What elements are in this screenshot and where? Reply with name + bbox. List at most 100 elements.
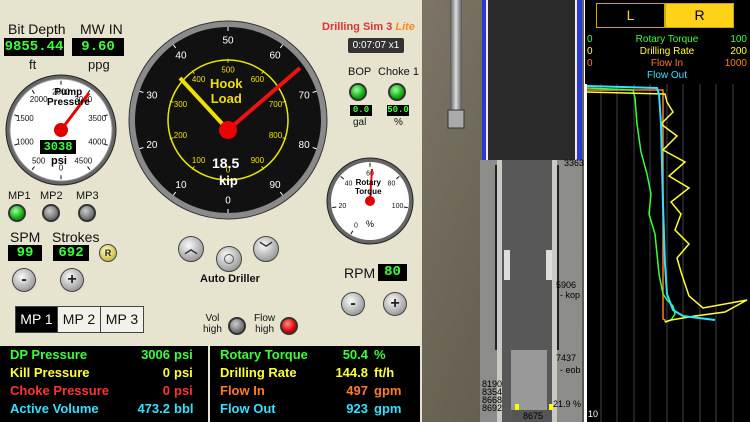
hook-up-button[interactable]: ︿ (178, 236, 204, 262)
drilling-rate-row: Drilling Rate 144.8 ft/h (220, 365, 395, 380)
legend-drilling-rate: 0 Drilling Rate 200 (587, 46, 747, 57)
log-tab-left[interactable]: L (596, 3, 665, 28)
vol-high-label: Vol high (203, 313, 222, 335)
mp1-led[interactable] (8, 204, 26, 222)
hook-outer-tick-label: 70 (299, 91, 311, 102)
mp2-led[interactable] (42, 204, 60, 222)
hook-outer-tick-label: 60 (269, 51, 281, 62)
sim-timer[interactable]: 0:07:07 x1 (348, 38, 404, 53)
bop-value: 0.0 (350, 105, 372, 116)
log-chart (585, 84, 750, 422)
choke-led[interactable] (388, 83, 406, 101)
choke-unit: % (394, 117, 403, 128)
log-tab-right[interactable]: R (665, 3, 734, 28)
torque-tick-label: 80 (388, 180, 396, 187)
mp3-label: MP3 (76, 190, 99, 202)
hook-inner-tick-label: 900 (251, 156, 265, 165)
dp-pressure-row: DP Pressure 3006 psi (10, 347, 193, 362)
depth-markers: 8190 8354 8668 8692 (482, 379, 503, 413)
hook-outer-tick-label: 90 (269, 180, 281, 191)
legend-flow-in: 0 Flow In 1000 (587, 58, 747, 69)
hook-inner-tick-label: 100 (192, 156, 206, 165)
strokes-reset-button[interactable]: R (99, 244, 117, 262)
depth-top: 3363 (564, 158, 585, 168)
readouts-left: DP Pressure 3006 psi Kill Pressure 0 psi Cho… (0, 346, 208, 422)
mp2-label: MP2 (40, 190, 63, 202)
torque-tick-label: 0 (354, 223, 358, 230)
pump-tick-label: 500 (32, 156, 46, 165)
choke-value: 50.0 (387, 105, 409, 116)
rpm-label: RPM (344, 265, 376, 281)
mp1-label: MP1 (8, 190, 31, 202)
kop-depth: 5906 (556, 280, 577, 290)
torque-tick (403, 206, 408, 209)
hook-inner-tick-label: 700 (269, 100, 283, 109)
hook-outer-tick-label: 50 (222, 35, 234, 46)
pump-pressure-unit: psi (51, 155, 67, 167)
flow-high-label: Flow high (254, 313, 276, 335)
pump-tick-label: 3500 (88, 114, 106, 123)
flow-high-led (280, 317, 298, 335)
torque-tick-label: 40 (345, 180, 353, 187)
hook-outer-tick-label: 0 (225, 195, 231, 206)
pump-tick-label: 2000 (30, 95, 48, 104)
eob-depth: 7437 (556, 353, 577, 363)
bop-led[interactable] (349, 83, 367, 101)
rotary-torque-row: Rotary Torque 50.4% (220, 347, 386, 362)
legend-rotary-torque: 0 Rotary Torque 100 (587, 34, 747, 45)
choke-label: Choke 1 (378, 66, 419, 78)
hook-outer-tick-label: 80 (299, 140, 311, 151)
strokes-value: 692 (53, 245, 89, 261)
spm-value: 99 (8, 245, 42, 261)
rpm-minus-button[interactable]: - (341, 292, 365, 316)
bottom-depth: 8675 (523, 411, 544, 421)
vol-high-led (228, 317, 246, 335)
pump-tick-label: 1000 (16, 137, 34, 146)
circle-icon (224, 254, 234, 264)
bit-depth-unit: ft (29, 57, 37, 72)
mw-in-value: 9.60 (72, 38, 124, 56)
hook-inner-tick-label: 500 (221, 66, 235, 75)
tab-mp3[interactable]: MP 3 (100, 306, 144, 333)
chevron-down-icon: ﹀ (259, 241, 273, 256)
hook-outer-tick-label: 10 (175, 180, 187, 191)
hook-outer-tick-label: 30 (146, 91, 158, 102)
flow-out-row: Flow Out 923 gpm (220, 401, 402, 416)
choke-pressure-row: Choke Pressure 0 psi (10, 383, 193, 398)
readouts-right: Rotary Torque 50.4% Drilling Rate 144.8 ft/… (210, 346, 420, 422)
bit-depth-value: 9855.44 (4, 38, 64, 56)
auto-driller-label: Auto Driller (200, 273, 260, 285)
spm-plus-button[interactable]: + (60, 268, 84, 292)
hook-down-button[interactable]: ﹀ (253, 236, 279, 262)
torque-tick-label: 100 (392, 203, 404, 210)
pump-tick-label: 4000 (88, 137, 106, 146)
active-volume-row: Active Volume 473.2 bbl (10, 401, 194, 416)
flow-in-row: Flow In 497 gpm (220, 383, 402, 398)
hook-outer-tick-label: 20 (146, 140, 158, 151)
hook-inner-tick-label: 800 (269, 131, 283, 140)
tab-mp1[interactable]: MP 1 (15, 306, 58, 333)
mw-in-unit: ppg (88, 57, 110, 72)
torque-gauge-unit: % (366, 219, 375, 229)
pump-tick-label: 1500 (16, 114, 34, 123)
spm-minus-button[interactable]: - (12, 268, 36, 292)
kop-label: - kop (560, 290, 581, 300)
mp3-led[interactable] (78, 204, 96, 222)
pump-gauge-title: Pump Pressure (47, 87, 90, 108)
eob-label: - eob (560, 365, 581, 375)
tab-mp2[interactable]: MP 2 (57, 306, 101, 333)
hook-inner-tick-label: 300 (174, 100, 188, 109)
auto-driller-button[interactable] (216, 246, 242, 272)
bop-label: BOP (348, 66, 372, 78)
bop-unit: gal (353, 117, 367, 128)
app-title: Drilling Sim 3 Lite (322, 21, 415, 33)
rpm-plus-button[interactable]: + (383, 292, 407, 316)
hook-inner-tick-label: 600 (251, 75, 265, 84)
hook-inner-tick-label: 200 (174, 131, 188, 140)
strokes-label: Strokes (52, 229, 100, 245)
hook-load-gauge: 0 10 20 30 40 50 60 70 80 900 100 200 300 400 500 600 70… (128, 20, 328, 220)
rpm-value: 80 (378, 264, 407, 281)
torque-tick (332, 206, 337, 209)
kill-pressure-row: Kill Pressure 0 psi (10, 365, 193, 380)
hook-outer-tick-label: 40 (175, 51, 187, 62)
